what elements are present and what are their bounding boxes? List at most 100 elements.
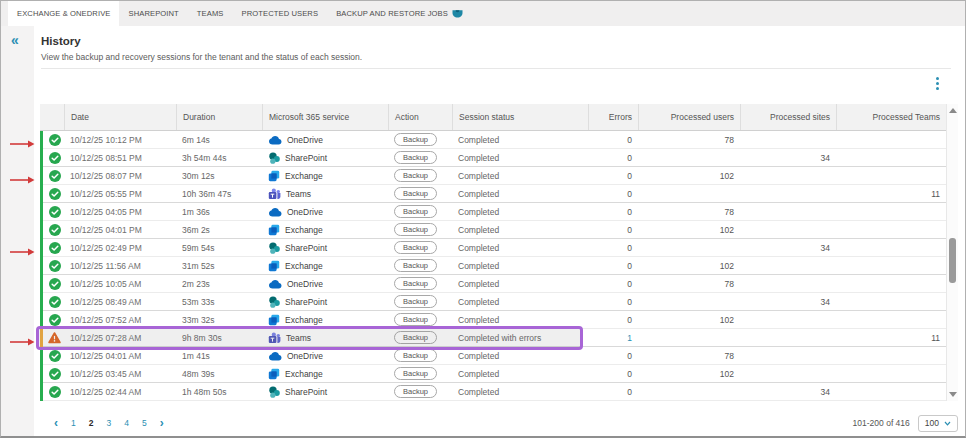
cell-session-status: Completed [452, 239, 588, 256]
action-badge: Backup [394, 367, 437, 380]
table-row[interactable]: 10/12/25 03:45 AM48m 39sExchangeBackupCo… [40, 365, 946, 383]
scroll-up-icon[interactable] [949, 108, 957, 113]
column-header-microsoft-365-service[interactable]: Microsoft 365 service [262, 104, 388, 130]
cell-errors: 0 [588, 365, 638, 382]
status-success-icon [40, 131, 64, 148]
onedrive-icon [268, 207, 282, 217]
table-row[interactable]: 10/12/25 02:49 PM59m 54sSharePointBackup… [40, 239, 946, 257]
tab-label: BACKUP AND RESTORE JOBS [336, 9, 448, 18]
cell-date: 10/12/25 02:49 PM [64, 239, 176, 256]
collapse-sidebar-button[interactable]: « [1, 26, 34, 47]
row-status-strip [40, 167, 43, 185]
status-success-icon [40, 149, 64, 166]
page-button-1[interactable]: 1 [71, 418, 76, 428]
column-header-processed-teams[interactable]: Processed Teams [836, 104, 946, 130]
tab-teams[interactable]: TEAMS [188, 1, 233, 26]
table-row[interactable]: 10/12/25 07:52 AM33m 32sExchangeBackupCo… [40, 311, 946, 329]
table-row[interactable]: 10/12/25 10:05 AM2m 23sOneDriveBackupCom… [40, 275, 946, 293]
cell-processed-users [638, 293, 740, 310]
service-name: OneDrive [287, 135, 323, 145]
status-success-icon [40, 167, 64, 184]
service-name: Exchange [285, 315, 323, 325]
row-status-strip [40, 383, 43, 401]
history-table: DateDurationMicrosoft 365 serviceActionS… [40, 104, 946, 401]
sharepoint-icon [268, 386, 280, 398]
service-name: Exchange [285, 261, 323, 271]
tab-backup-and-restore-jobs[interactable]: BACKUP AND RESTORE JOBS [327, 1, 472, 26]
sharepoint-icon [268, 242, 280, 254]
page-button-2[interactable]: 2 [89, 418, 94, 428]
tab-protected-users[interactable]: PROTECTED USERS [233, 1, 328, 26]
cell-processed-teams [836, 293, 946, 310]
page-button-5[interactable]: 5 [142, 418, 147, 428]
table-row[interactable]: 10/12/25 04:01 AM1m 41sOneDriveBackupCom… [40, 347, 946, 365]
cell-date: 10/12/25 08:51 PM [64, 149, 176, 166]
cell-processed-sites [740, 167, 836, 184]
cell-processed-teams [836, 311, 946, 328]
column-header-processed-sites[interactable]: Processed sites [740, 104, 836, 130]
cell-date: 10/12/25 11:56 AM [64, 257, 176, 274]
tab-exchange-onedrive[interactable]: EXCHANGE & ONEDRIVE [8, 1, 119, 26]
cell-processed-teams [836, 257, 946, 274]
scroll-down-icon[interactable] [949, 392, 957, 397]
tab-sharepoint[interactable]: SHAREPOINT [119, 1, 187, 26]
vertical-scrollbar[interactable] [946, 104, 958, 401]
scrollbar-thumb[interactable] [949, 238, 956, 283]
column-header-action[interactable]: Action [388, 104, 452, 130]
status-warning-icon [40, 329, 64, 346]
errors-value: 0 [627, 135, 632, 145]
action-badge: Backup [394, 205, 437, 218]
jobs-badge-icon [452, 10, 463, 18]
errors-value: 0 [627, 261, 632, 271]
next-page-button[interactable]: › [160, 417, 164, 429]
errors-value: 0 [627, 225, 632, 235]
cell-service: SharePoint [262, 239, 388, 256]
table-row[interactable]: 10/12/25 08:49 AM53m 33sSharePointBackup… [40, 293, 946, 311]
status-success-icon [40, 311, 64, 328]
table-row[interactable]: 10/12/25 05:55 PM10h 36m 47sTeamsBackupC… [40, 185, 946, 203]
page-button-4[interactable]: 4 [124, 418, 129, 428]
status-success-icon [40, 275, 64, 292]
cell-action: Backup [388, 329, 452, 346]
column-header-errors[interactable]: Errors [588, 104, 638, 130]
table-row[interactable]: 10/12/25 08:07 PM30m 12sExchangeBackupCo… [40, 167, 946, 185]
action-badge: Backup [394, 331, 437, 344]
column-header-processed-users[interactable]: Processed users [638, 104, 740, 130]
prev-page-button[interactable]: ‹ [54, 417, 58, 429]
table-row[interactable]: 10/12/25 10:12 PM6m 14sOneDriveBackupCom… [40, 131, 946, 149]
page-button-3[interactable]: 3 [106, 418, 111, 428]
sharepoint-icon [268, 296, 280, 308]
column-header-duration[interactable]: Duration [176, 104, 262, 130]
cell-duration: 48m 39s [176, 365, 262, 382]
cell-processed-users: 102 [638, 257, 740, 274]
cell-service: Exchange [262, 365, 388, 382]
cell-service: SharePoint [262, 149, 388, 166]
cell-service: SharePoint [262, 293, 388, 310]
table-row[interactable]: 10/12/25 04:01 PM36m 2sExchangeBackupCom… [40, 221, 946, 239]
cell-session-status: Completed [452, 221, 588, 238]
cell-duration: 1m 36s [176, 203, 262, 220]
action-badge: Backup [394, 295, 437, 308]
cell-errors[interactable]: 1 [588, 329, 638, 346]
table-row[interactable]: 10/12/25 08:51 PM3h 54m 44sSharePointBac… [40, 149, 946, 167]
errors-link[interactable]: 1 [627, 333, 632, 343]
table-row[interactable]: 10/12/25 07:28 AM9h 8m 30sTeamsBackupCom… [40, 329, 946, 347]
errors-value: 0 [627, 189, 632, 199]
errors-value: 0 [627, 279, 632, 289]
cell-date: 10/12/25 04:01 AM [64, 347, 176, 364]
table-header: DateDurationMicrosoft 365 serviceActionS… [40, 104, 946, 131]
table-row[interactable]: 10/12/25 04:05 PM1m 36sOneDriveBackupCom… [40, 203, 946, 221]
column-header-date[interactable]: Date [64, 104, 176, 130]
app-window: EXCHANGE & ONEDRIVESHAREPOINTTEAMSPROTEC… [0, 0, 966, 438]
table-row[interactable]: 10/12/25 11:56 AM31m 52sExchangeBackupCo… [40, 257, 946, 275]
table-row[interactable]: 10/12/25 02:44 AM1h 48m 50sSharePointBac… [40, 383, 946, 401]
column-header-session-status[interactable]: Session status [452, 104, 588, 130]
cell-date: 10/12/25 04:01 PM [64, 221, 176, 238]
more-options-button[interactable] [936, 77, 939, 90]
cell-errors: 0 [588, 275, 638, 292]
service-name: Exchange [285, 171, 323, 181]
page-size-select[interactable]: 100 [918, 415, 958, 432]
row-status-strip [40, 185, 43, 203]
row-status-strip [40, 275, 43, 293]
cell-service: OneDrive [262, 203, 388, 220]
